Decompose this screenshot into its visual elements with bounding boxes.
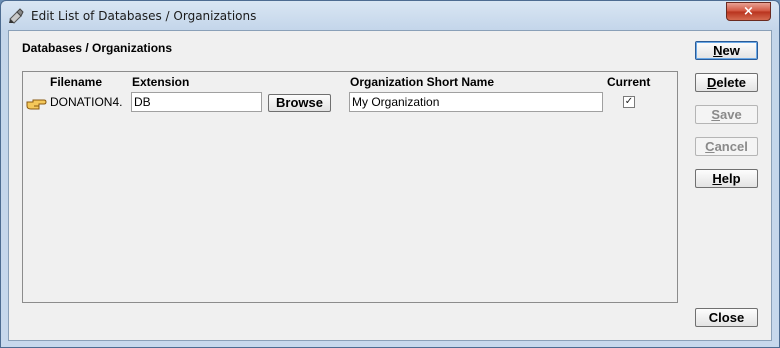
column-header-current: Current [607,75,651,89]
row-filename: DONATION4. [50,95,123,109]
save-mnemonic: S [711,107,720,122]
save-label: ave [719,107,742,122]
dialog-client-area: Databases / Organizations Filename Exten… [8,30,772,341]
window-close-button[interactable]: × [726,2,771,21]
new-button[interactable]: New [695,41,758,60]
cancel-mnemonic: C [705,139,715,154]
group-label: Databases / Organizations [22,41,173,55]
save-button[interactable]: Save [695,105,758,124]
column-header-filename: Filename [50,75,103,89]
organization-name-input[interactable]: My Organization [349,92,603,112]
close-button[interactable]: Close [695,308,758,327]
column-header-org-name: Organization Short Name [350,75,495,89]
column-header-extension: Extension [132,75,190,89]
database-pen-icon [9,8,24,24]
current-checkbox[interactable]: ✓ [623,96,635,108]
new-label: ew [722,43,740,58]
help-button[interactable]: Help [695,169,758,188]
extension-input[interactable]: DB [131,92,262,112]
delete-button[interactable]: Delete [695,73,758,92]
database-grid: Filename Extension Organization Short Na… [22,71,678,303]
title-bar[interactable]: Edit List of Databases / Organizations × [1,1,779,31]
delete-label: elete [716,75,747,90]
dialog-window: Edit List of Databases / Organizations ×… [0,0,780,348]
window-title: Edit List of Databases / Organizations [31,9,257,23]
new-mnemonic: N [713,43,723,58]
cancel-label: ancel [714,139,748,154]
pointing-hand-icon [26,99,47,110]
help-mnemonic: H [712,171,722,186]
cancel-button[interactable]: Cancel [695,137,758,156]
help-label: elp [721,171,741,186]
delete-mnemonic: D [706,75,717,90]
browse-button[interactable]: Browse [268,94,331,112]
